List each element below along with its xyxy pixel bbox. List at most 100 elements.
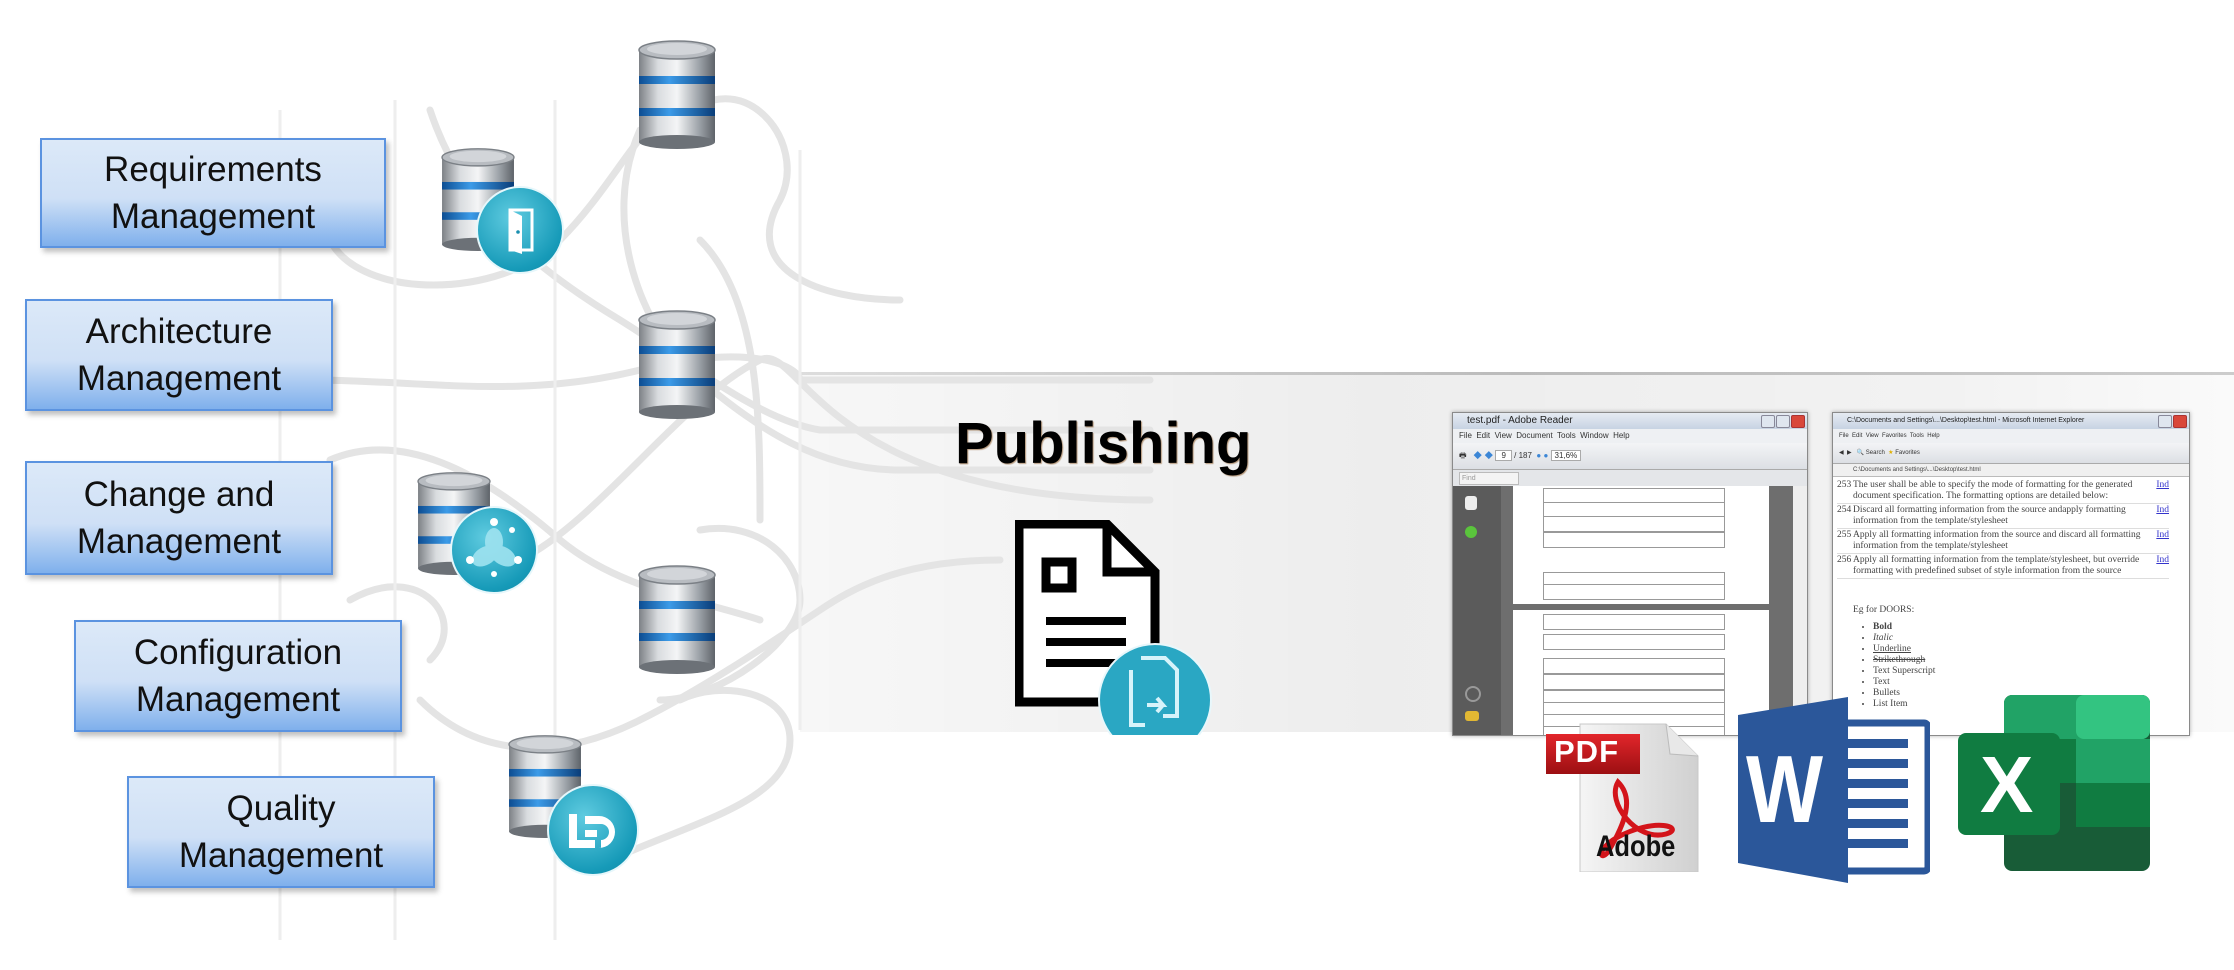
pdf-table-row	[1543, 532, 1725, 548]
database-icon	[637, 563, 717, 675]
favorites-icon[interactable]: ★	[1888, 450, 1893, 456]
zoom-level-select[interactable]: 31,6%	[1550, 450, 1582, 461]
page-total: / 187	[1514, 451, 1532, 460]
word-icon: W	[1738, 697, 1932, 883]
pdf-table-row	[1543, 674, 1725, 690]
pages-icon[interactable]	[1465, 496, 1477, 510]
bullet-item: Italic	[1873, 633, 2169, 644]
favorites-button-label[interactable]: Favorites	[1895, 450, 1920, 456]
ie-requirement-row: 254 Discard all formatting information fr…	[1837, 504, 2169, 529]
pdf-label: PDF	[1554, 734, 1619, 769]
source-change-management[interactable]: Change and Management	[25, 461, 333, 575]
requirement-number: 254	[1837, 505, 1852, 515]
zoom-in-icon[interactable]: ●	[1543, 451, 1548, 460]
requirement-link[interactable]: Ind	[2143, 480, 2169, 502]
pdf-table-row	[1543, 516, 1725, 532]
document-export-icon	[1014, 519, 1215, 735]
nav-next-icon[interactable]: ◆	[1484, 451, 1493, 460]
menu-item[interactable]: File	[1459, 431, 1472, 440]
back-icon[interactable]: ◀	[1839, 450, 1844, 456]
maximize-icon[interactable]	[1776, 415, 1790, 428]
nav-prev-icon[interactable]: ◆	[1473, 451, 1482, 460]
requirement-link[interactable]: Ind	[2143, 505, 2169, 527]
menu-item[interactable]: Help	[1927, 433, 1939, 439]
source-quality-management[interactable]: Quality Management	[127, 776, 435, 888]
requirement-number: 255	[1837, 530, 1852, 540]
page-number-field[interactable]: 9	[1495, 450, 1512, 461]
adobe-window-title: test.pdf - Adobe Reader	[1467, 415, 1573, 426]
search-button-label[interactable]: Search	[1866, 450, 1885, 456]
address-bar[interactable]: C:\Documents and Settings\...\Desktop\te…	[1833, 464, 2189, 477]
menu-item[interactable]: Window	[1580, 431, 1608, 440]
ie-requirement-row: 253 The user shall be able to specify the…	[1837, 479, 2169, 504]
requirement-number: 256	[1837, 555, 1852, 565]
source-label-line2: Management	[76, 359, 282, 398]
attachment-icon[interactable]	[1465, 686, 1481, 702]
door-icon	[476, 186, 564, 274]
ie-toolbar: ◀ ▶ 🔍 Search ★ Favorites	[1833, 443, 2189, 464]
forward-icon[interactable]: ▶	[1847, 450, 1852, 456]
ie-window-title: C:\Documents and Settings\...\Desktop\te…	[1847, 417, 2085, 424]
requirement-link[interactable]: Ind	[2143, 555, 2169, 577]
bullet-item: Text	[1873, 677, 2169, 688]
source-label-line2: Management	[135, 680, 341, 719]
adobe-reader-window: test.pdf - Adobe Reader File Edit View D…	[1452, 412, 1808, 736]
requirement-link[interactable]: Ind	[2143, 530, 2169, 552]
publishing-title: Publishing	[955, 411, 1252, 476]
signature-icon[interactable]	[1465, 526, 1477, 538]
find-field[interactable]: Find	[1459, 472, 1519, 485]
pdf-table-row	[1543, 614, 1725, 630]
menu-item[interactable]: Tools	[1910, 433, 1924, 439]
adobe-side-panel	[1453, 486, 1501, 735]
quality-logo-icon	[547, 784, 639, 876]
source-label-line1: Configuration	[133, 633, 343, 672]
source-configuration-management[interactable]: Configuration Management	[74, 620, 402, 732]
comments-icon[interactable]	[1465, 711, 1479, 721]
search-icon[interactable]: 🔍	[1857, 450, 1864, 456]
menu-item[interactable]: File	[1839, 433, 1849, 439]
requirement-number: 253	[1837, 480, 1852, 490]
ie-menu-bar: File Edit View Favorites Tools Help	[1833, 429, 2189, 443]
source-label-line2: Management	[110, 197, 316, 236]
source-label-line2: Management	[76, 522, 282, 561]
close-icon[interactable]	[2173, 415, 2187, 428]
ie-title-bar: C:\Documents and Settings\...\Desktop\te…	[1833, 413, 2189, 429]
network-flower-icon	[450, 506, 538, 594]
pdf-adobe-icon: PDF Adobe	[1546, 712, 1706, 873]
menu-item[interactable]: Help	[1613, 431, 1629, 440]
menu-item[interactable]: Edit	[1476, 431, 1490, 440]
menu-item[interactable]: Favorites	[1882, 433, 1907, 439]
menu-item[interactable]: View	[1495, 431, 1512, 440]
source-label-line1: Quality	[226, 789, 336, 828]
menu-item[interactable]: Document	[1516, 431, 1552, 440]
pdf-table-row	[1543, 634, 1725, 650]
requirement-text: The user shall be able to specify the mo…	[1853, 480, 2133, 501]
requirement-text: Discard all formatting information from …	[1853, 505, 2126, 526]
excel-letter: X	[1980, 740, 2034, 829]
source-label-line2: Management	[178, 836, 384, 875]
database-icon	[637, 308, 717, 420]
internet-explorer-window: C:\Documents and Settings\...\Desktop\te…	[1832, 412, 2190, 736]
bullet-item: Underline	[1873, 644, 2169, 655]
source-architecture-management[interactable]: Architecture Management	[25, 299, 333, 411]
pdf-table-row	[1543, 584, 1725, 600]
bullet-item: Bold	[1873, 622, 2169, 633]
print-icon[interactable]: 🖶	[1459, 451, 1467, 460]
eg-label: Eg for DOORS:	[1853, 605, 1915, 615]
word-letter: W	[1746, 736, 1824, 843]
close-icon[interactable]	[1791, 415, 1805, 428]
ie-requirement-row: 256 Apply all formatting information from…	[1837, 554, 2169, 579]
minimize-icon[interactable]	[2158, 415, 2172, 428]
source-label-line1: Change and	[83, 475, 275, 514]
requirement-text: Apply all formatting information from th…	[1853, 530, 2141, 551]
bullet-item: Strikethrough	[1873, 655, 2169, 666]
adobe-toolbar: 🖶 ◆ ◆ 9 / 187 ● ● 31,6%	[1453, 443, 1807, 470]
menu-item[interactable]: Tools	[1557, 431, 1576, 440]
source-requirements-management[interactable]: Requirements Management	[40, 138, 386, 248]
minimize-icon[interactable]	[1761, 415, 1775, 428]
database-icon	[637, 38, 717, 150]
menu-item[interactable]: Edit	[1852, 433, 1862, 439]
zoom-out-icon[interactable]: ●	[1536, 451, 1541, 460]
menu-item[interactable]: View	[1866, 433, 1879, 439]
pdf-table-row	[1543, 658, 1725, 674]
